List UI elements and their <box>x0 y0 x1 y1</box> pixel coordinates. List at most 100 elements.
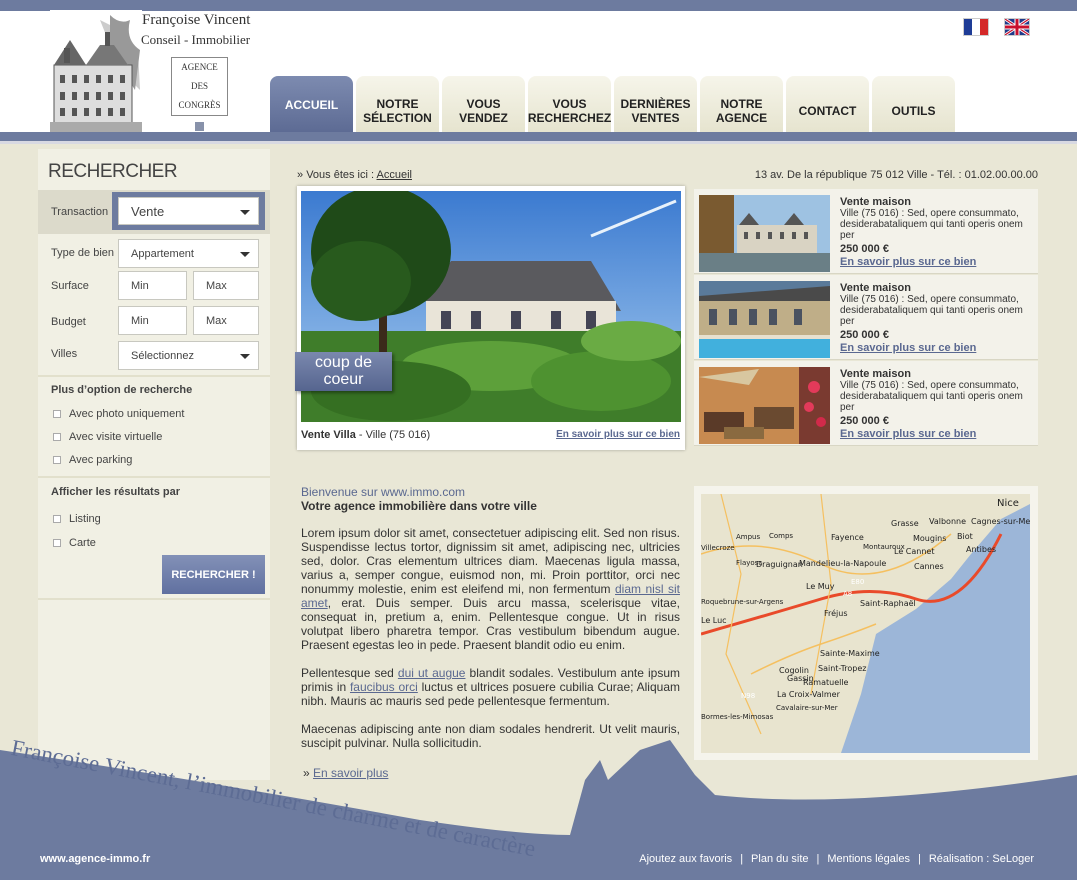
listing-more-link[interactable]: En savoir plus sur ce bien <box>840 256 976 268</box>
featured-more-link[interactable]: En savoir plus sur ce bien <box>556 429 680 440</box>
map-label: Cagnes-sur-Me <box>971 517 1030 526</box>
chevron-down-icon <box>240 210 250 215</box>
divider <box>38 476 270 478</box>
search-button[interactable]: RECHERCHER ! <box>162 555 265 594</box>
map-label: Saint-Tropez <box>818 664 866 673</box>
map-panel: Nice Grasse Valbonne Cagnes-sur-Me Mougi… <box>694 486 1038 760</box>
map-label: Cannes <box>914 562 944 571</box>
parking-option-label: Avec parking <box>69 454 133 466</box>
agency-badge-line: AGENCE <box>181 62 218 72</box>
listing-item: Vente maison Ville (75 016) : Sed, opere… <box>694 361 1038 446</box>
map-label: Biot <box>957 532 973 541</box>
tab-notre-selection[interactable]: NOTRE SÉLECTION <box>356 76 439 132</box>
chateau-logo-icon[interactable] <box>50 10 142 132</box>
map-label: Mandelieu-la-Napoule <box>799 559 886 568</box>
listing-photo-chateau[interactable] <box>699 195 830 272</box>
footer-separator: | <box>917 853 921 865</box>
footer-link-sitemap[interactable]: Plan du site <box>751 853 808 865</box>
inline-link[interactable]: faucibus orci <box>350 680 418 694</box>
featured-title: Vente Villa <box>301 429 356 441</box>
welcome-paragraph: Lorem ipsum dolor sit amet, consectetuer… <box>301 526 680 652</box>
tab-contact[interactable]: CONTACT <box>786 76 869 132</box>
agency-badge-line: CONGRÈS <box>178 100 221 110</box>
divider <box>38 375 270 377</box>
listing-photo-terrace[interactable] <box>699 367 830 444</box>
villes-value: Sélectionnez <box>131 350 194 362</box>
inline-link[interactable]: dui ut augue <box>398 666 466 680</box>
map-label: Sainte-Maxime <box>820 649 880 658</box>
surface-max-input[interactable]: Max <box>193 271 259 300</box>
search-sidebar: RECHERCHER Transaction Vente Type de bie… <box>38 149 270 780</box>
map-label: Le Muy <box>806 582 835 591</box>
footer-site-url[interactable]: www.agence-immo.fr <box>40 853 150 865</box>
tab-vous-recherchez[interactable]: VOUS RECHERCHEZ <box>528 76 611 132</box>
welcome-text: , erat. Duis semper. Duis arcu massa, sc… <box>301 596 680 652</box>
map-label: Montauroux <box>863 543 905 551</box>
map-label: Roquebrune-sur-Argens <box>701 598 784 606</box>
search-title: RECHERCHER <box>48 161 178 182</box>
divider <box>38 598 270 600</box>
virtual-visit-option-label: Avec visite virtuelle <box>69 431 163 443</box>
welcome-title: Bienvenue sur www.immo.com <box>301 485 466 499</box>
featured-location: - Ville (75 016) <box>355 429 431 441</box>
budget-max-input[interactable]: Max <box>193 306 259 335</box>
featured-caption: Vente Villa - Ville (75 016) <box>301 429 430 441</box>
type-select[interactable]: Appartement <box>118 239 259 268</box>
map-label: Ampus <box>736 533 760 541</box>
transaction-select[interactable]: Vente <box>118 197 259 225</box>
photo-checkbox[interactable] <box>53 410 61 418</box>
footer-link-favorites[interactable]: Ajoutez aux favoris <box>639 853 732 865</box>
carte-option-label: Carte <box>69 537 96 549</box>
french-flag-icon[interactable] <box>963 18 989 36</box>
map-label: Fayence <box>831 533 864 542</box>
budget-min-input[interactable]: Min <box>118 306 187 335</box>
footer-link-credit[interactable]: Réalisation : SeLoger <box>929 853 1034 865</box>
virtual-visit-checkbox[interactable] <box>53 433 61 441</box>
carte-checkbox[interactable] <box>53 539 61 547</box>
surface-min-input[interactable]: Min <box>118 271 187 300</box>
logo-square-icon <box>195 122 204 131</box>
footer-separator: | <box>816 853 820 865</box>
map-label: Saint-Raphaël <box>860 599 916 608</box>
map-label: Antibes <box>966 545 996 554</box>
map-label: Fréjus <box>824 608 848 618</box>
footer-link-legal[interactable]: Mentions légales <box>827 853 910 865</box>
map-label: Flayosc <box>736 559 762 567</box>
featured-property: coup de coeur Vente Villa - Ville (75 01… <box>295 186 685 450</box>
tab-accueil[interactable]: ACCUEIL <box>270 76 353 132</box>
map-label: Grasse <box>891 519 919 528</box>
map-label: E80 <box>851 578 864 586</box>
agency-address: 13 av. De la république 75 012 Ville - T… <box>754 169 1038 181</box>
listing-title: Vente maison <box>840 368 911 380</box>
listing-description: Ville (75 016) : Sed, opere consummato, … <box>840 294 1023 327</box>
breadcrumb-home-link[interactable]: Accueil <box>377 169 412 181</box>
uk-flag-icon[interactable] <box>1004 18 1030 36</box>
nav-bar-line <box>0 132 1077 144</box>
tab-outils[interactable]: OUTILS <box>872 76 955 132</box>
map-label: Ramatuelle <box>803 678 849 687</box>
tab-notre-agence[interactable]: NOTRE AGENCE <box>700 76 783 132</box>
map-label: Le Luc <box>701 616 727 625</box>
listing-photo-pool-house[interactable] <box>699 281 830 358</box>
top-bar <box>0 0 1077 11</box>
breadcrumb-prefix: Vous êtes ici : <box>306 169 375 181</box>
map-label: La Croix-Valmer <box>777 690 841 699</box>
region-map[interactable]: Nice Grasse Valbonne Cagnes-sur-Me Mougi… <box>701 494 1030 753</box>
listing-description: Ville (75 016) : Sed, opere consummato, … <box>840 208 1023 241</box>
listing-description: Ville (75 016) : Sed, opere consummato, … <box>840 380 1023 413</box>
tab-dernieres-ventes[interactable]: DERNIÈRES VENTES <box>614 76 697 132</box>
parking-checkbox[interactable] <box>53 456 61 464</box>
brand-subtitle: Conseil - Immobilier <box>141 32 251 47</box>
breadcrumb: » Vous êtes ici : Accueil <box>297 169 412 181</box>
listing-checkbox[interactable] <box>53 515 61 523</box>
footer-separator: | <box>740 853 744 865</box>
listing-more-link[interactable]: En savoir plus sur ce bien <box>840 342 976 354</box>
listing-more-link[interactable]: En savoir plus sur ce bien <box>840 428 976 440</box>
display-title: Afficher les résultats par <box>51 486 180 498</box>
map-label: Villecroze <box>701 544 735 552</box>
map-label: Cavalaire-sur-Mer <box>776 704 838 712</box>
main-nav: ACCUEIL NOTRE SÉLECTION VOUS VENDEZ VOUS… <box>270 76 958 132</box>
map-label: N98 <box>741 692 755 700</box>
tab-vous-vendez[interactable]: VOUS VENDEZ <box>442 76 525 132</box>
villes-select[interactable]: Sélectionnez <box>118 341 259 370</box>
